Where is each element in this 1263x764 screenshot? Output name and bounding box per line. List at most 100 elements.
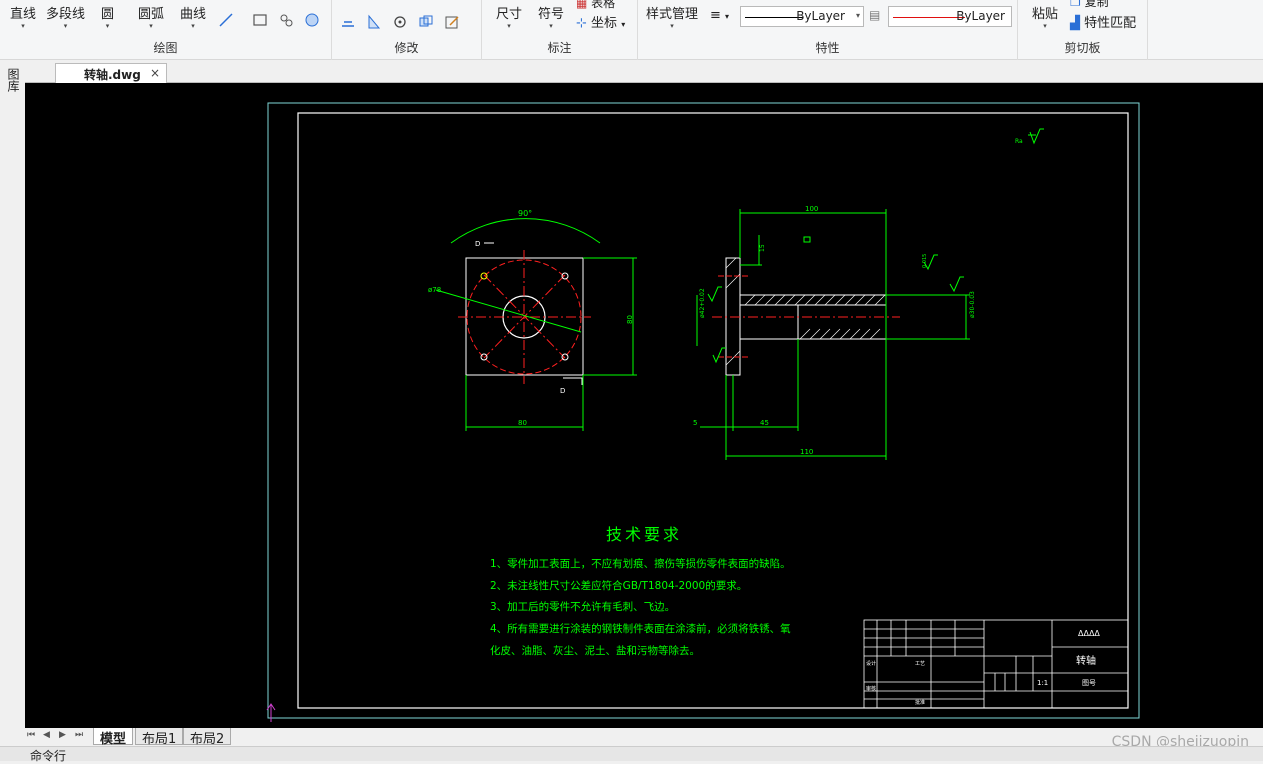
datum-marker <box>484 242 583 385</box>
style-manager-label: 样式管理 <box>646 7 699 22</box>
diameter-dim-label: ø78 <box>428 286 441 294</box>
height-dim-label: 80 <box>626 315 634 324</box>
draw-group: 直线 ▾ 多段线 ▾ 圆 ▾ 圆弧 ▾ 曲线 ▾ 绘图 <box>0 0 332 60</box>
drawing-svg: Ra 90° ø78 80 80 D D 100 110 45 5 15 ø30… <box>266 102 1140 722</box>
corner-roughness-label: Ra <box>1015 138 1023 145</box>
drawing-no-label: 图号 <box>1082 679 1096 687</box>
tol-label: 0.015 <box>922 254 928 268</box>
color-icon: ▤ <box>869 8 881 22</box>
clipboard-group: 粘贴 ▾ ❐ 复制 ▟ 特性匹配 剪切板 <box>1018 0 1148 60</box>
curve-label: 曲线 <box>180 7 207 22</box>
rotate-icon[interactable] <box>392 14 408 30</box>
dim45-label: 45 <box>760 419 769 427</box>
symbol-button[interactable]: 符号 ▾ <box>538 3 564 30</box>
next-layout-button[interactable]: ▶ <box>59 730 66 740</box>
line-button[interactable]: 直线 ▾ <box>10 3 36 30</box>
dimension-button[interactable]: 尺寸 ▾ <box>496 3 522 30</box>
command-line[interactable]: 命令行 <box>0 746 1263 763</box>
table-button[interactable]: ▦ 表格 <box>576 0 615 11</box>
copy-icon: ❐ <box>1070 0 1081 9</box>
coordinate-button[interactable]: ⊹ 坐标 ▾ <box>576 12 625 31</box>
hatch-icon[interactable] <box>278 12 294 28</box>
angle-dim-label: 90° <box>518 209 532 218</box>
circle-button[interactable]: 圆 ▾ <box>101 3 114 30</box>
edit-icon[interactable] <box>444 14 460 30</box>
flange-dia-label: ø42+0.02 <box>699 288 706 318</box>
drawing-canvas[interactable]: Ra 90° ø78 80 80 D D 100 110 45 5 15 ø30… <box>25 83 1263 728</box>
designer-label: 设计 <box>866 660 876 667</box>
curve-button[interactable]: 曲线 ▾ <box>180 3 206 30</box>
rectangle-icon[interactable] <box>252 12 268 28</box>
length110-label: 110 <box>800 448 813 456</box>
shaft-dia-label: ø30-0.03 <box>969 291 976 318</box>
line-label: 直线 <box>10 7 37 22</box>
last-layout-button[interactable]: ⏭ <box>75 730 83 740</box>
ray-icon[interactable] <box>218 12 234 28</box>
tab-model[interactable]: 模型 <box>93 728 134 747</box>
properties-group-label: 特性 <box>815 41 840 55</box>
table-icon: ▦ <box>576 0 588 10</box>
scale-label: 1:1 <box>1037 679 1048 687</box>
dim15-label: 15 <box>759 244 766 252</box>
datum-box <box>803 236 811 243</box>
mirror-icon[interactable] <box>366 14 382 30</box>
table-label: 表格 <box>591 0 616 10</box>
clipboard-group-label: 剪切板 <box>1064 41 1101 55</box>
bolt-hole <box>561 353 569 361</box>
datum-label: D <box>475 240 480 248</box>
tech-note: 3、加工后的零件不允许有毛刺、飞边。 <box>490 600 675 613</box>
front-view: 100 110 45 5 15 ø30-0.03 ø42+0.02 0.015 <box>693 205 976 460</box>
move-icon[interactable] <box>340 14 356 30</box>
datum-label-2: D <box>560 387 565 395</box>
side-palette: 图库 <box>0 60 25 728</box>
coordinate-label: 坐标 <box>591 16 618 31</box>
tab-layout2[interactable]: 布局2 <box>183 728 232 747</box>
polyline-button[interactable]: 多段线 ▾ <box>46 3 85 30</box>
approve-label: 批准 <box>915 699 925 706</box>
lineweight-icon[interactable]: ≡ ▾ <box>710 8 729 23</box>
linetype-preview <box>745 17 803 18</box>
first-layout-button[interactable]: ⏮ <box>27 730 35 740</box>
paste-button[interactable]: 粘贴 ▾ <box>1032 3 1058 30</box>
polyline-label: 多段线 <box>46 7 86 22</box>
color-value: ByLayer <box>956 9 1005 23</box>
checker-label: 审核 <box>866 685 876 692</box>
process-label: 工艺 <box>915 661 925 667</box>
annotate-group: 尺寸 ▾ 符号 ▾ ▦ 表格 ⊹ 坐标 ▾ 标注 <box>482 0 638 60</box>
company-label: ΔΔΔΔ <box>1078 629 1100 638</box>
coordinate-icon: ⊹ <box>576 16 587 31</box>
brush-icon: ▟ <box>1070 16 1080 31</box>
document-tab[interactable]: 转轴.dwg × <box>55 63 167 83</box>
style-manager-button[interactable]: 样式管理 ▾ <box>646 3 698 30</box>
roughness-symbol <box>707 254 964 364</box>
bolt-hole <box>480 272 488 280</box>
bolt-hole <box>480 353 488 361</box>
arc-label: 圆弧 <box>138 7 165 22</box>
match-props-label: 特性匹配 <box>1084 16 1137 31</box>
tech-note: 4、所有需要进行涂装的钢铁制件表面在涂漆前，必须将铁锈、氧 <box>490 622 791 635</box>
prev-layout-button[interactable]: ◀ <box>43 730 50 740</box>
match-props-button[interactable]: ▟ 特性匹配 <box>1070 12 1136 31</box>
dim5-label: 5 <box>693 419 697 427</box>
corner-roughness-symbol <box>1028 128 1044 145</box>
tech-title: 技术要求 <box>606 525 682 544</box>
color-select[interactable]: ByLayer <box>888 6 1012 27</box>
arc-button[interactable]: 圆弧 ▾ <box>138 3 164 30</box>
library-tab[interactable]: 图库 <box>5 68 20 92</box>
linetype-select[interactable]: ByLayer ▾ <box>740 6 864 27</box>
tech-note: 2、未注线性尺寸公差应符合GB/T1804-2000的要求。 <box>490 579 747 592</box>
diameter-leader <box>435 289 582 333</box>
scale-icon[interactable] <box>418 14 434 30</box>
close-icon[interactable]: × <box>150 66 160 80</box>
linetype-value: ByLayer <box>796 9 845 23</box>
drawing-border <box>297 112 1129 709</box>
symbol-label: 符号 <box>538 7 565 22</box>
tech-note: 1、零件加工表面上，不应有划痕、擦伤等损伤零件表面的缺陷。 <box>490 557 791 570</box>
tab-layout1[interactable]: 布局1 <box>135 728 184 747</box>
region-icon[interactable] <box>304 12 320 28</box>
document-tab-label: 转轴.dwg <box>84 68 141 82</box>
layout-tabbar: ⏮ ◀ ▶ ⏭ 模型 布局1 布局2 <box>25 728 1263 747</box>
tech-note: 化皮、油脂、灰尘、泥土、盐和污物等除去。 <box>490 644 700 657</box>
modify-group-label: 修改 <box>394 41 419 55</box>
copy-button[interactable]: ❐ 复制 <box>1070 0 1109 10</box>
